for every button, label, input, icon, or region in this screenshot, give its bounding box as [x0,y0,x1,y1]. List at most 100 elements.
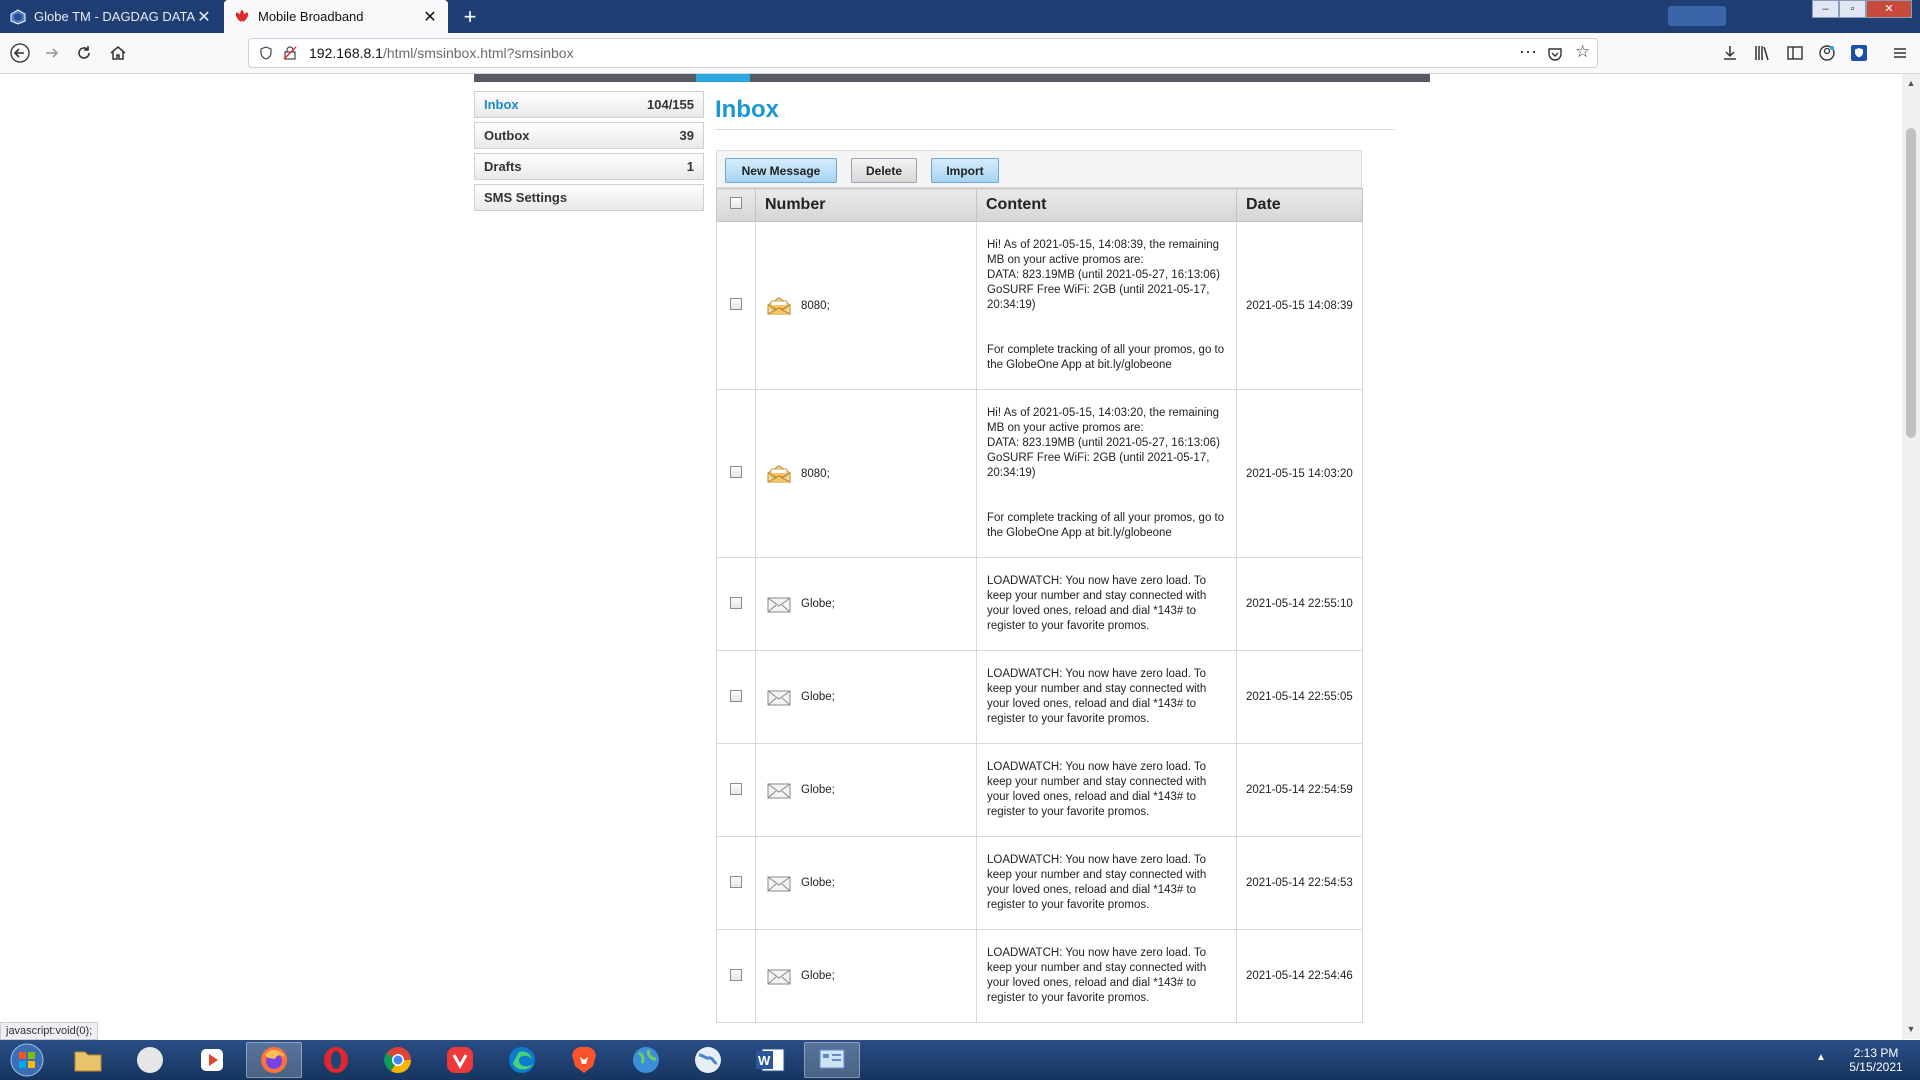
number-wrapper: Globe; [757,874,975,892]
bookmark-star-icon[interactable]: ☆ [1575,42,1590,62]
select-all-checkbox[interactable] [730,197,742,209]
message-row[interactable]: Globe; LOADWATCH: You now have zero load.… [716,650,1363,744]
taskbar-word[interactable]: W [742,1042,798,1078]
message-content[interactable]: LOADWATCH: You now have zero load. To ke… [987,760,1228,820]
globe-tm-favicon-icon [10,8,26,25]
scroll-down-icon[interactable]: ▼ [1905,1024,1917,1034]
taskbar-edge[interactable] [494,1042,550,1078]
system-clock[interactable]: 2:13 PM 5/15/2021 [1836,1046,1916,1074]
new-tab-button[interactable]: + [456,3,484,31]
message-date: 2021-05-14 22:54:59 [1236,743,1363,837]
shield-icon[interactable] [259,46,273,60]
sender-number[interactable]: Globe; [801,598,835,610]
taskbar-control-panel[interactable] [804,1042,860,1078]
row-checkbox[interactable] [730,782,742,795]
minimize-icon[interactable]: – [1812,0,1839,18]
message-content[interactable]: Hi! As of 2021-05-15, 14:03:20, the rema… [987,406,1228,541]
home-button[interactable] [104,39,132,67]
taskbar-media-player[interactable] [184,1042,240,1078]
insecure-lock-icon[interactable] [283,46,297,60]
new-message-button[interactable]: New Message [725,158,837,183]
row-checkbox[interactable] [730,968,742,981]
read-envelope-icon [767,690,791,706]
back-button[interactable] [6,39,34,67]
message-content[interactable]: LOADWATCH: You now have zero load. To ke… [987,946,1228,1006]
sender-number[interactable]: Globe; [801,691,835,703]
sender-number[interactable]: Globe; [801,784,835,796]
taskbar-firefox[interactable] [246,1042,302,1078]
tray-overflow-icon[interactable]: ▲ [1816,1052,1826,1063]
tab-mobile-broadband[interactable]: Mobile Broadband ✕ [224,0,448,33]
number-cell: Globe; [755,836,977,930]
column-header-date[interactable]: Date [1236,188,1363,222]
close-window-icon[interactable]: ✕ [1866,0,1912,18]
sidebar-item-outbox[interactable]: Outbox 39 [474,122,704,149]
pocket-icon[interactable] [1547,46,1563,62]
scroll-up-icon[interactable]: ▲ [1905,78,1917,88]
taskbar-app-circle[interactable] [122,1042,178,1078]
message-row[interactable]: Globe; LOADWATCH: You now have zero load.… [716,557,1363,651]
page-actions-icon[interactable]: ⋯ [1519,42,1537,63]
message-content[interactable]: Hi! As of 2021-05-15, 14:08:39, the rema… [987,238,1228,373]
sidebar-item-drafts[interactable]: Drafts 1 [474,153,704,180]
import-button[interactable]: Import [931,158,999,183]
sender-number[interactable]: 8080; [801,300,830,312]
sidebar-toggle-icon[interactable] [1786,44,1804,62]
huawei-favicon-icon [235,9,249,21]
select-all-header [716,188,756,222]
number-wrapper: Globe; [757,688,975,706]
sender-number[interactable]: 8080; [801,468,830,480]
message-row[interactable]: 8080; Hi! As of 2021-05-15, 14:03:20, the… [716,389,1363,558]
url-bar[interactable]: 192.168.8.1/html/smsinbox.html?smsinbox … [248,38,1598,68]
tab-globe[interactable]: Globe TM - DAGDAG DATA UL ✕ [0,0,222,33]
taskbar-chrome[interactable] [370,1042,426,1078]
row-checkbox[interactable] [730,298,742,310]
message-row[interactable]: Globe; LOADWATCH: You now have zero load.… [716,929,1363,1023]
firefox-icon [261,1047,287,1073]
row-checkbox[interactable] [730,875,742,888]
taskbar-opera[interactable] [308,1042,364,1078]
reload-icon [78,46,90,59]
url-text[interactable]: 192.168.8.1/html/smsinbox.html?smsinbox [309,45,574,61]
column-header-number[interactable]: Number [755,188,977,222]
row-checkbox[interactable] [730,466,742,478]
clock-time: 2:13 PM [1853,1046,1899,1060]
opera-icon [324,1047,348,1073]
start-button[interactable] [4,1041,50,1079]
sidebar-item-inbox[interactable]: Inbox 104/155 [474,91,704,118]
sender-number[interactable]: Globe; [801,877,835,889]
taskbar-brave[interactable] [556,1042,612,1078]
close-tab-icon[interactable]: ✕ [422,7,438,27]
downloads-icon[interactable] [1721,44,1739,62]
taskbar-globe-browser-2[interactable] [680,1042,736,1078]
taskbar-file-explorer[interactable] [60,1042,116,1078]
maximize-icon[interactable]: ▫ [1839,0,1866,18]
taskbar-vivaldi[interactable] [432,1042,488,1078]
sidebar-item-sms-settings[interactable]: SMS Settings [474,184,704,211]
taskbar-globe-browser[interactable] [618,1042,674,1078]
message-content[interactable]: LOADWATCH: You now have zero load. To ke… [987,853,1228,913]
forward-button[interactable] [38,39,66,67]
page-content: Inbox 104/155 Outbox 39 Drafts 1 SMS Set… [0,74,1902,1039]
delete-button[interactable]: Delete [851,158,917,183]
row-checkbox[interactable] [730,596,742,609]
message-row[interactable]: 8080; Hi! As of 2021-05-15, 14:08:39, the… [716,221,1363,390]
close-tab-icon[interactable]: ✕ [196,7,212,27]
reload-button[interactable] [70,39,98,67]
account-badge[interactable] [1668,6,1726,26]
menu-icon[interactable] [1891,44,1909,62]
message-row[interactable]: Globe; LOADWATCH: You now have zero load.… [716,743,1363,837]
scrollbar-thumb[interactable] [1906,128,1916,438]
library-icon[interactable] [1753,44,1771,62]
sidebar-item-label: Inbox [484,97,519,112]
sender-number[interactable]: Globe; [801,970,835,982]
message-content[interactable]: LOADWATCH: You now have zero load. To ke… [987,667,1228,727]
extension-shield-icon[interactable] [1850,44,1868,62]
message-content[interactable]: LOADWATCH: You now have zero load. To ke… [987,574,1228,634]
column-header-content[interactable]: Content [976,188,1237,222]
message-row[interactable]: Globe; LOADWATCH: You now have zero load.… [716,836,1363,930]
row-checkbox[interactable] [730,689,742,702]
account-icon[interactable] [1818,44,1836,62]
vertical-scrollbar[interactable]: ▲ ▼ [1902,74,1920,1039]
tab-strip: Globe TM - DAGDAG DATA UL ✕ Mobile Broad… [0,0,1920,33]
